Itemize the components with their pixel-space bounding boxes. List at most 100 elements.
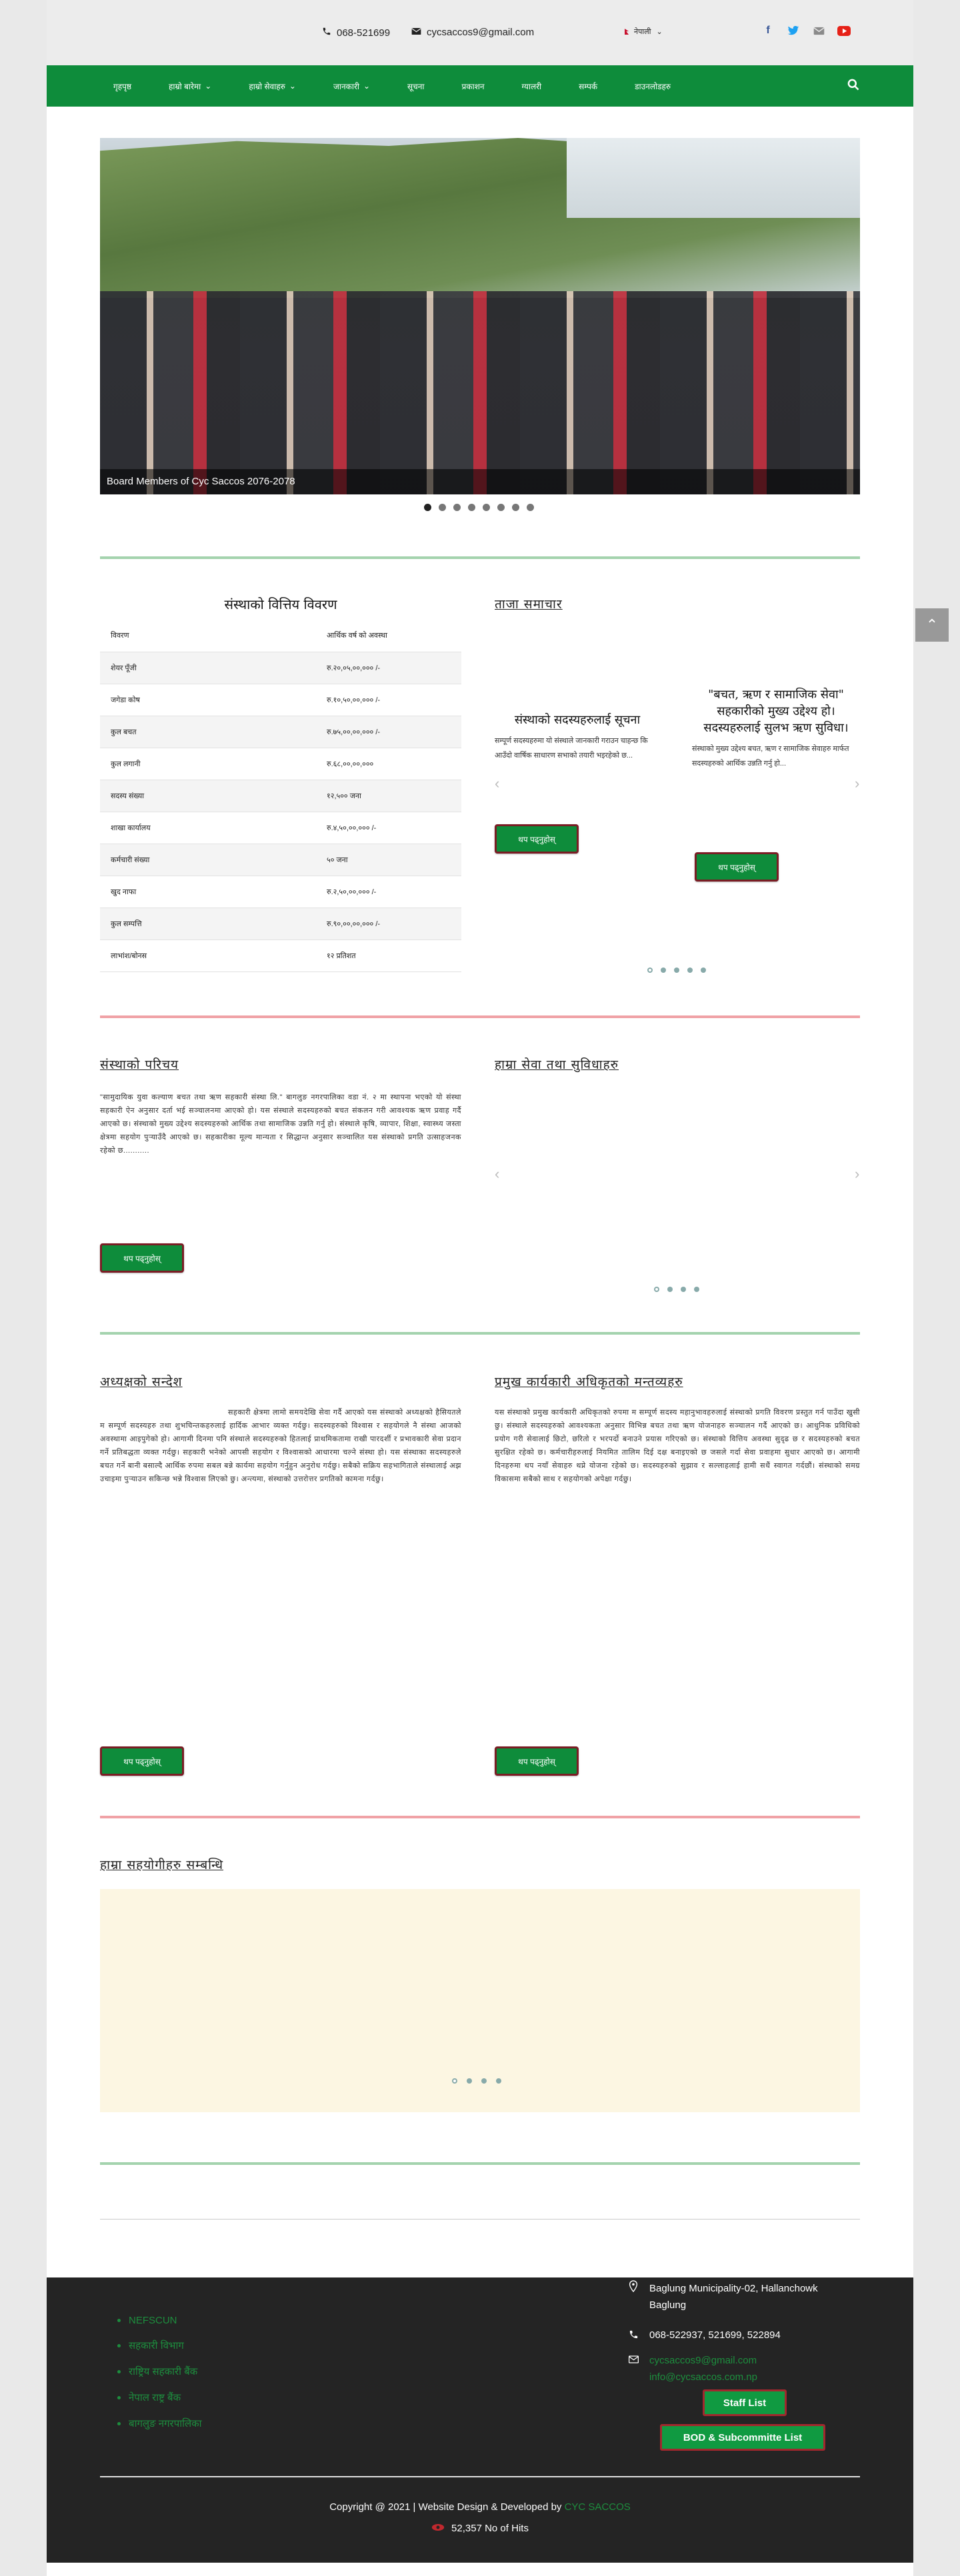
news-read-more-button[interactable]: थप पढ्नुहोस् <box>695 852 779 882</box>
slider-dot[interactable] <box>701 967 706 973</box>
nav-item-publication[interactable]: प्रकाशन <box>462 81 485 92</box>
copyright-link[interactable]: CYC SACCOS <box>565 2501 631 2513</box>
bullet-icon <box>117 2343 121 2347</box>
nav-item-notice[interactable]: सूचना <box>407 81 425 92</box>
footer-link-label: बागलुङ नगरपालिका <box>129 2418 202 2429</box>
footer-email-link[interactable]: cycsaccos9@gmail.com <box>649 2352 757 2369</box>
nav-item-about[interactable]: हाम्रो बारेमा ⌄ <box>169 81 211 92</box>
section-divider <box>100 1332 860 1335</box>
footer-email-link[interactable]: info@cycsaccos.com.np <box>649 2369 757 2385</box>
nav-item-info[interactable]: जानकारी ⌄ <box>333 81 370 92</box>
chevron-down-icon: ⌄ <box>656 28 663 36</box>
chevron-left-icon[interactable]: ‹ <box>495 775 499 792</box>
section-divider <box>100 1816 860 1818</box>
language-selector[interactable]: नेपाली ⌄ <box>625 27 663 37</box>
staff-list-button[interactable]: Staff List <box>703 2389 787 2416</box>
nav-label: सम्पर्क <box>579 81 598 91</box>
chairman-heading[interactable]: अध्यक्षको सन्देश <box>100 1373 183 1390</box>
news-heading[interactable]: ताजा समाचार <box>495 595 563 612</box>
slider-dot[interactable] <box>439 504 446 511</box>
chevron-left-icon[interactable]: ‹ <box>495 1165 499 1183</box>
slider-dot[interactable] <box>661 967 666 973</box>
table-cell-label: कुल बचत <box>100 716 316 748</box>
eye-icon <box>431 2523 445 2534</box>
nav-item-home[interactable]: गृहपृष्ठ <box>113 81 131 92</box>
nav-label: डाउनलोडहरु <box>635 81 671 91</box>
phone-icon <box>322 27 331 39</box>
nav-item-downloads[interactable]: डाउनलोडहरु <box>635 81 671 92</box>
footer-link[interactable]: राष्ट्रिय सहकारी बैंक <box>117 2365 202 2378</box>
slider-dot[interactable] <box>654 1287 659 1292</box>
hero-image-sky <box>567 138 860 218</box>
footer-link[interactable]: सहकारी विभाग <box>117 2339 202 2352</box>
slider-dot[interactable] <box>468 504 475 511</box>
slider-dot[interactable] <box>467 2078 472 2084</box>
bullet-icon <box>117 2319 121 2322</box>
news-card-title[interactable]: संस्थाको सदस्यहरुलाई सूचना <box>495 712 660 728</box>
slider-dot[interactable] <box>687 967 693 973</box>
scroll-to-top-button[interactable]: ⌃ <box>915 608 949 642</box>
table-cell-label: जगेडा कोष <box>100 684 316 716</box>
slider-dot[interactable] <box>496 2078 501 2084</box>
chairman-text: सहकारी क्षेत्रमा लामो समयदेखि सेवा गर्दै… <box>100 1409 461 1483</box>
slider-dot[interactable] <box>667 1287 673 1292</box>
footer-phones-text: 068-522937, 521699, 522894 <box>649 2329 781 2341</box>
twitter-icon[interactable] <box>787 24 800 37</box>
chevron-right-icon[interactable]: › <box>855 1165 859 1183</box>
slider-dot[interactable] <box>527 504 534 511</box>
footer-link[interactable]: NEFSCUN <box>117 2315 202 2326</box>
main-nav: गृहपृष्ठ हाम्रो बारेमा ⌄ हाम्रो सेवाहरु ⌄ … <box>47 65 913 107</box>
search-icon[interactable] <box>847 78 860 95</box>
slider-dot[interactable] <box>453 504 461 511</box>
about-read-more-button[interactable]: थप पढ्नुहोस् <box>100 1243 184 1273</box>
topbar-email-text: cycsaccos9@gmail.com <box>427 27 535 38</box>
manager-read-more-button[interactable]: थप पढ्नुहोस् <box>495 1746 579 1776</box>
footer-email-list: cycsaccos9@gmail.com info@cycsaccos.com.… <box>649 2352 757 2385</box>
slider-dot[interactable] <box>674 967 679 973</box>
slider-dot[interactable] <box>647 967 653 973</box>
news-read-more-button[interactable]: थप पढ्नुहोस् <box>495 824 579 854</box>
topbar-email[interactable]: cycsaccos9@gmail.com <box>411 27 534 38</box>
footer-link[interactable]: बागलुङ नगरपालिका <box>117 2417 202 2430</box>
footer-address-text: Baglung Municipality-02, Hallanchowk Bag… <box>649 2280 818 2313</box>
chevron-right-icon[interactable]: › <box>855 775 859 792</box>
nav-item-contact[interactable]: सम्पर्क <box>579 81 597 92</box>
section-divider <box>100 1015 860 1018</box>
bod-subcommittee-button[interactable]: BOD & Subcommitte List <box>660 2424 825 2451</box>
topbar-phone[interactable]: 068-521699 <box>322 27 390 39</box>
manager-heading[interactable]: प्रमुख कार्यकारी अधिकृतको मन्तव्यहरु <box>495 1373 683 1390</box>
footer-copyright: Copyright @ 2021 | Website Design & Deve… <box>47 2501 913 2513</box>
nav-item-gallery[interactable]: ग्यालरी <box>522 81 542 92</box>
table-cell-value: रु.७५,००,००,००० /- <box>316 716 461 748</box>
slider-dot[interactable] <box>497 504 505 511</box>
youtube-icon[interactable] <box>837 24 851 37</box>
slider-dot[interactable] <box>681 1287 686 1292</box>
partners-heading[interactable]: हाम्रा सहयोगीहरु सम्बन्धि <box>100 1856 223 1873</box>
footer-link-label: सहकारी विभाग <box>129 2340 184 2351</box>
mail-icon[interactable] <box>812 24 825 37</box>
slider-dot[interactable] <box>424 504 431 511</box>
footer-link-label: राष्ट्रिय सहकारी बैंक <box>129 2366 198 2377</box>
nav-label: गृहपृष्ठ <box>113 81 132 91</box>
news-card-desc: संस्थाको मुख्य उद्देश्य बचत, ऋण र सामाजि… <box>692 745 849 768</box>
about-heading[interactable]: संस्थाको परिचय <box>100 1055 179 1073</box>
hero-slider[interactable]: Board Members of Cyc Saccos 2076-2078 <box>100 138 860 494</box>
facebook-icon[interactable]: f <box>761 24 775 37</box>
slider-dot[interactable] <box>694 1287 699 1292</box>
footer-link[interactable]: नेपाल राष्ट्र बैंक <box>117 2391 202 2404</box>
slider-dot[interactable] <box>481 2078 487 2084</box>
table-cell-value: रु.९०,००,००,००० /- <box>316 908 461 940</box>
chevron-down-icon: ⌄ <box>205 81 212 91</box>
news-card-title[interactable]: "बचत, ऋण र सामाजिक सेवा" सहकारीको मुख्य … <box>692 686 860 736</box>
slider-dot[interactable] <box>483 504 490 511</box>
nav-item-services[interactable]: हाम्रो सेवाहरु ⌄ <box>249 81 296 92</box>
table-row: जगेडा कोष रु.१०,५०,००,००० /- <box>100 684 461 716</box>
partners-pagination <box>452 2078 501 2084</box>
slider-dot[interactable] <box>512 504 519 511</box>
table-cell-value: रु.६८,००,००,००० <box>316 748 461 780</box>
slider-dot[interactable] <box>452 2078 457 2084</box>
services-heading[interactable]: हाम्रा सेवा तथा सुविधाहरु <box>495 1055 619 1073</box>
chairman-read-more-button[interactable]: थप पढ्नुहोस् <box>100 1746 184 1776</box>
capital-table: विवरण आर्थिक वर्ष को अवस्था शेयर पूँजी रु.२… <box>100 620 461 972</box>
table-cell-label: कुल सम्पत्ति <box>100 908 316 940</box>
